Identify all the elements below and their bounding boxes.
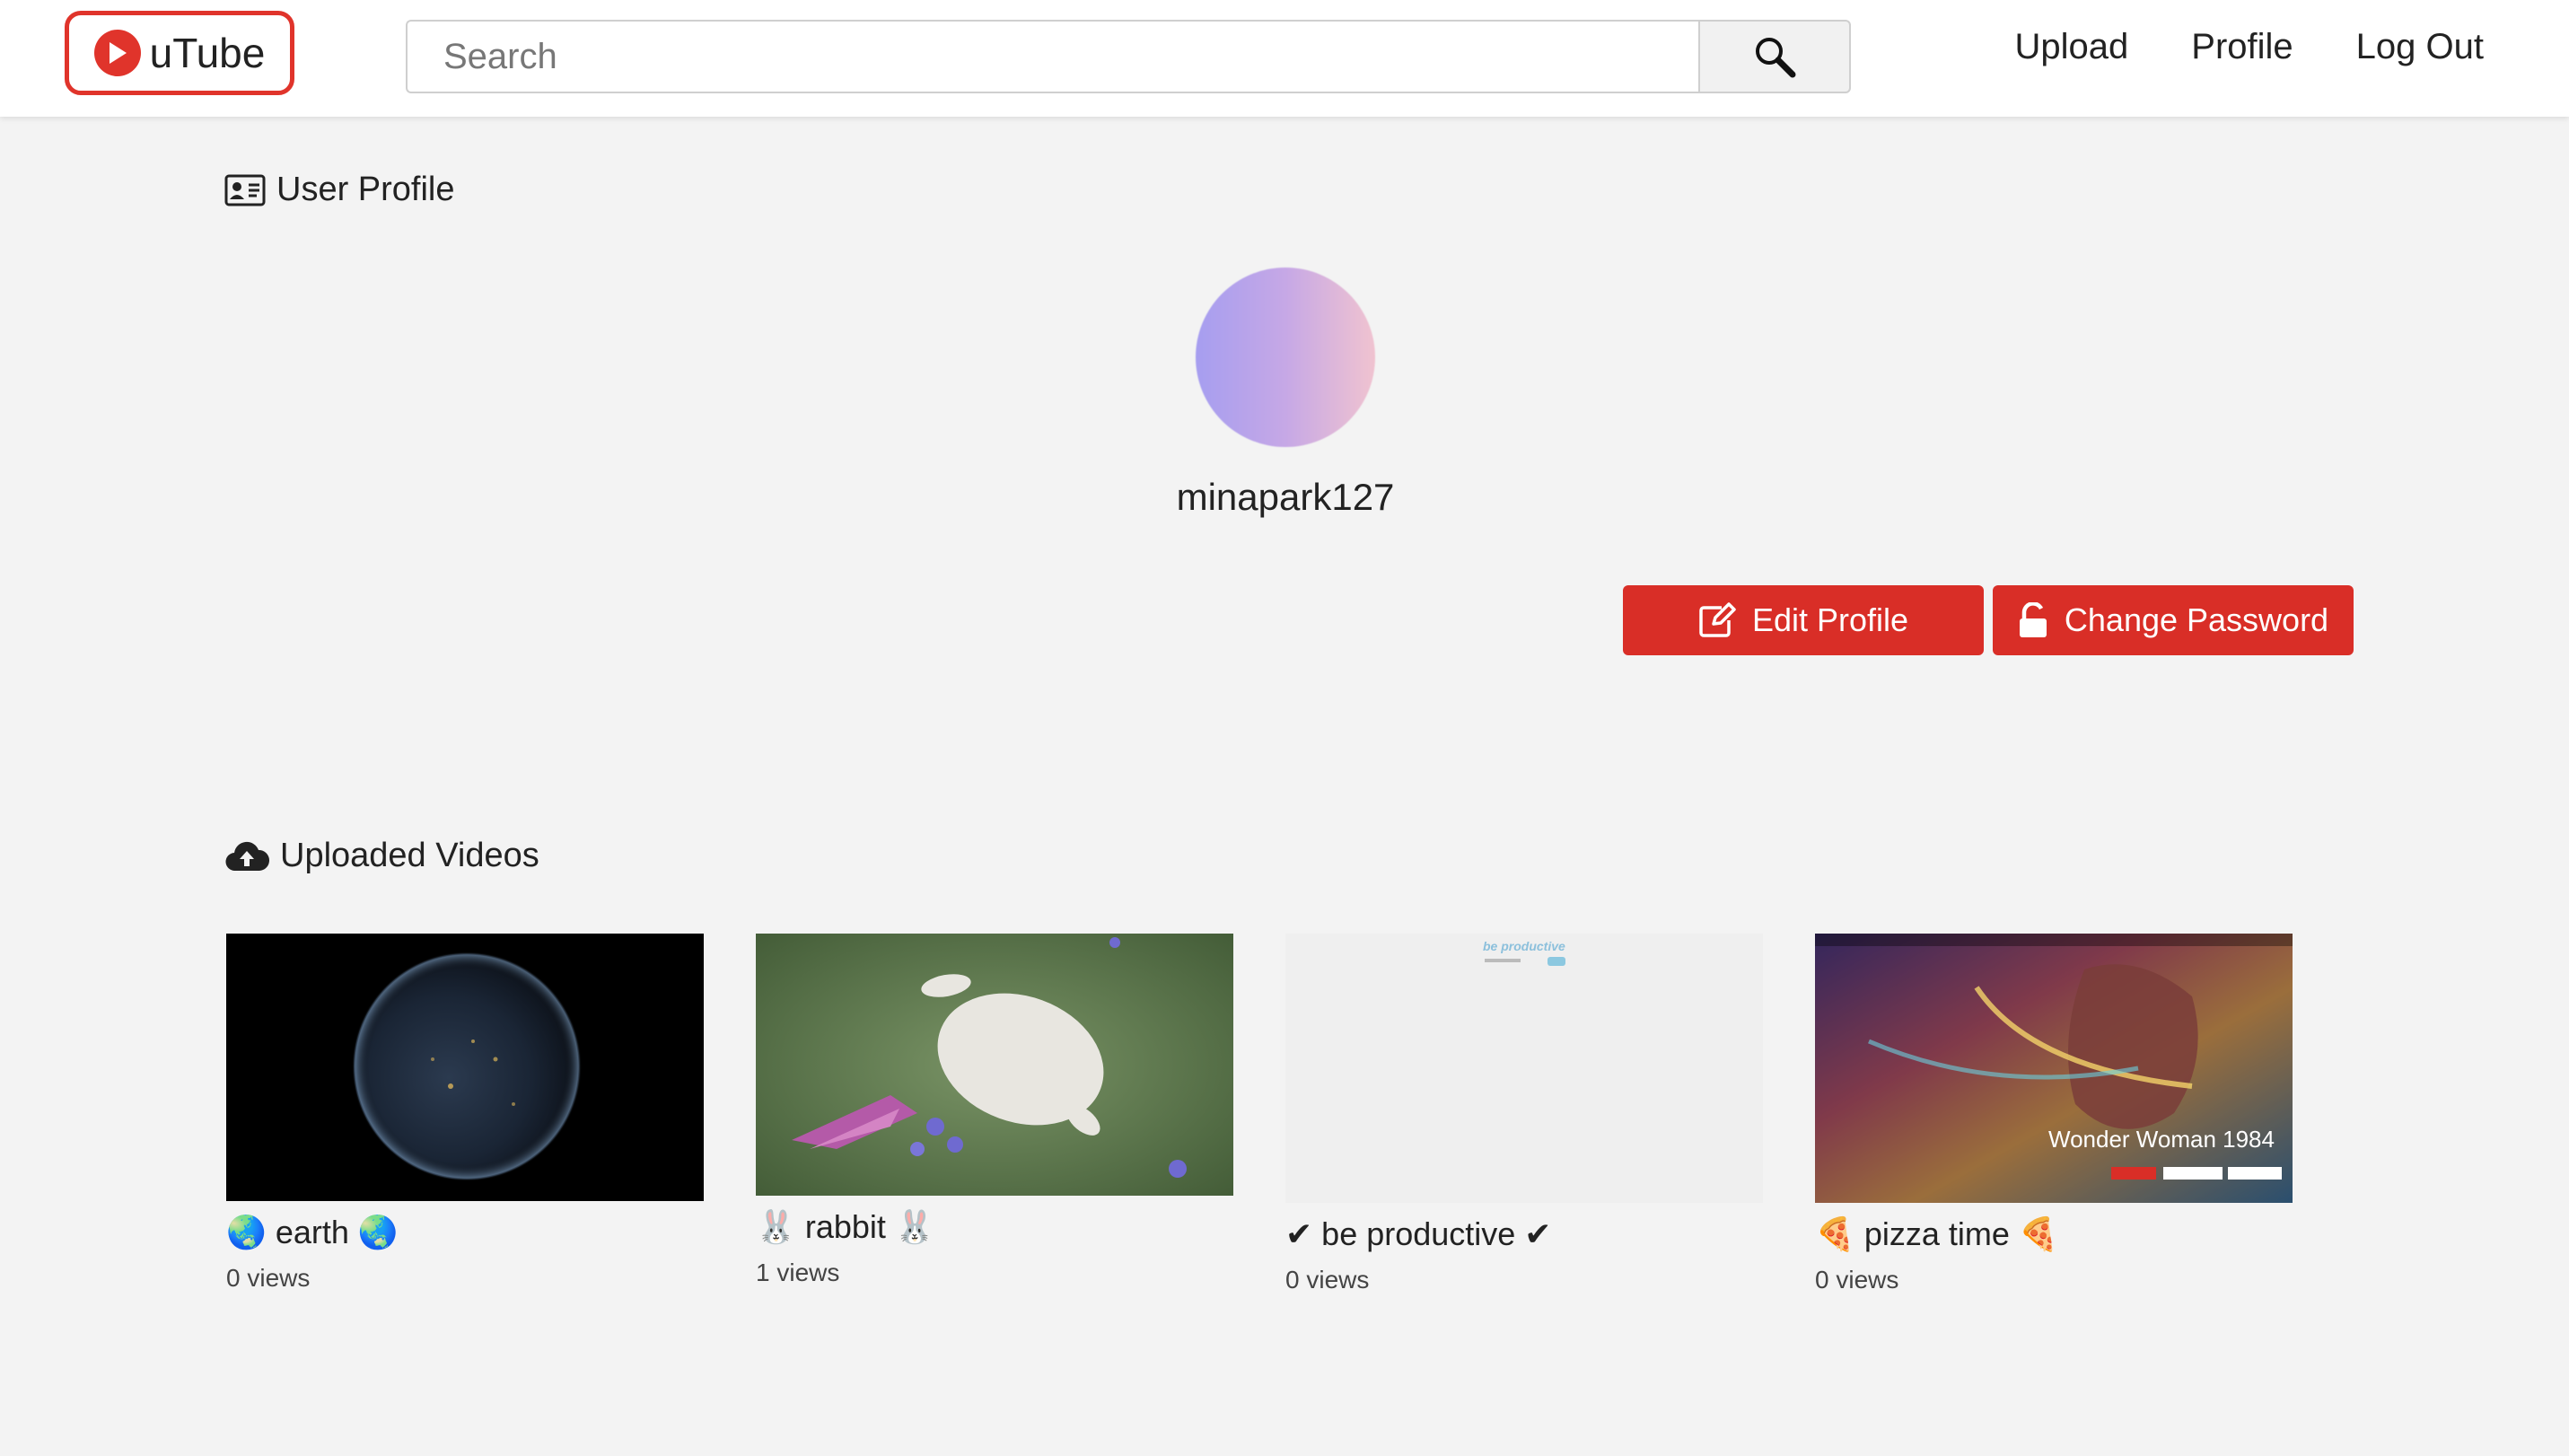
- utube-logo[interactable]: uTube: [65, 11, 294, 95]
- cloud-upload-icon: [225, 841, 269, 871]
- video-views: 0 views: [1285, 1266, 1370, 1294]
- user-profile-title: User Profile: [276, 171, 455, 208]
- video-thumbnail[interactable]: Wonder Woman 1984: [1815, 934, 2293, 1203]
- logo-text: uTube: [149, 30, 266, 76]
- video-title[interactable]: 🌏 earth 🌏: [226, 1214, 704, 1251]
- user-profile-heading: User Profile: [224, 171, 455, 209]
- video-card-pizza-time[interactable]: Wonder Woman 1984 🍕 pizza time 🍕 0 views: [1815, 934, 2293, 1294]
- top-nav: Upload Profile Log Out: [2015, 27, 2484, 67]
- top-header: uTube Upload Profile Log Out: [0, 0, 2569, 117]
- edit-icon: [1699, 602, 1736, 637]
- video-thumbnail[interactable]: [756, 934, 1233, 1196]
- edit-profile-button[interactable]: Edit Profile: [1623, 585, 1984, 655]
- video-title[interactable]: 🍕 pizza time 🍕: [1815, 1215, 2293, 1253]
- video-card-rabbit[interactable]: 🐰 rabbit 🐰 1 views: [756, 934, 1233, 1287]
- video-views: 0 views: [226, 1264, 311, 1292]
- nav-logout[interactable]: Log Out: [2356, 27, 2484, 67]
- video-thumbnail[interactable]: be productive: [1285, 934, 1763, 1203]
- video-card-earth[interactable]: 🌏 earth 🌏 0 views: [226, 934, 704, 1293]
- video-title[interactable]: 🐰 rabbit 🐰: [756, 1208, 1233, 1246]
- search-bar: [406, 20, 1851, 93]
- thumbnail-caption: Wonder Woman 1984: [2048, 1126, 2275, 1153]
- video-views: 1 views: [756, 1259, 840, 1286]
- thumbnail-caption: be productive: [1483, 939, 1565, 953]
- video-views: 0 views: [1815, 1266, 1899, 1294]
- nav-upload[interactable]: Upload: [2015, 27, 2129, 67]
- video-thumbnail[interactable]: [226, 934, 704, 1201]
- change-password-button[interactable]: Change Password: [1993, 585, 2354, 655]
- avatar: [1196, 268, 1375, 447]
- uploaded-videos-heading: Uploaded Videos: [224, 837, 539, 875]
- change-password-label: Change Password: [2064, 601, 2329, 638]
- play-icon: [93, 30, 141, 76]
- id-card-icon: [224, 174, 266, 206]
- search-button[interactable]: [1698, 20, 1851, 93]
- nav-profile[interactable]: Profile: [2191, 27, 2293, 67]
- search-icon: [1756, 38, 1796, 78]
- username: minapark127: [1176, 476, 1395, 518]
- edit-profile-label: Edit Profile: [1751, 601, 1909, 638]
- uploaded-videos-title: Uploaded Videos: [280, 837, 539, 874]
- unlock-icon: [2019, 602, 2047, 637]
- search-input[interactable]: [406, 20, 1698, 93]
- video-card-be-productive[interactable]: be productive ✔ be productive ✔ 0 views: [1285, 934, 1763, 1294]
- video-title[interactable]: ✔ be productive ✔: [1285, 1215, 1763, 1253]
